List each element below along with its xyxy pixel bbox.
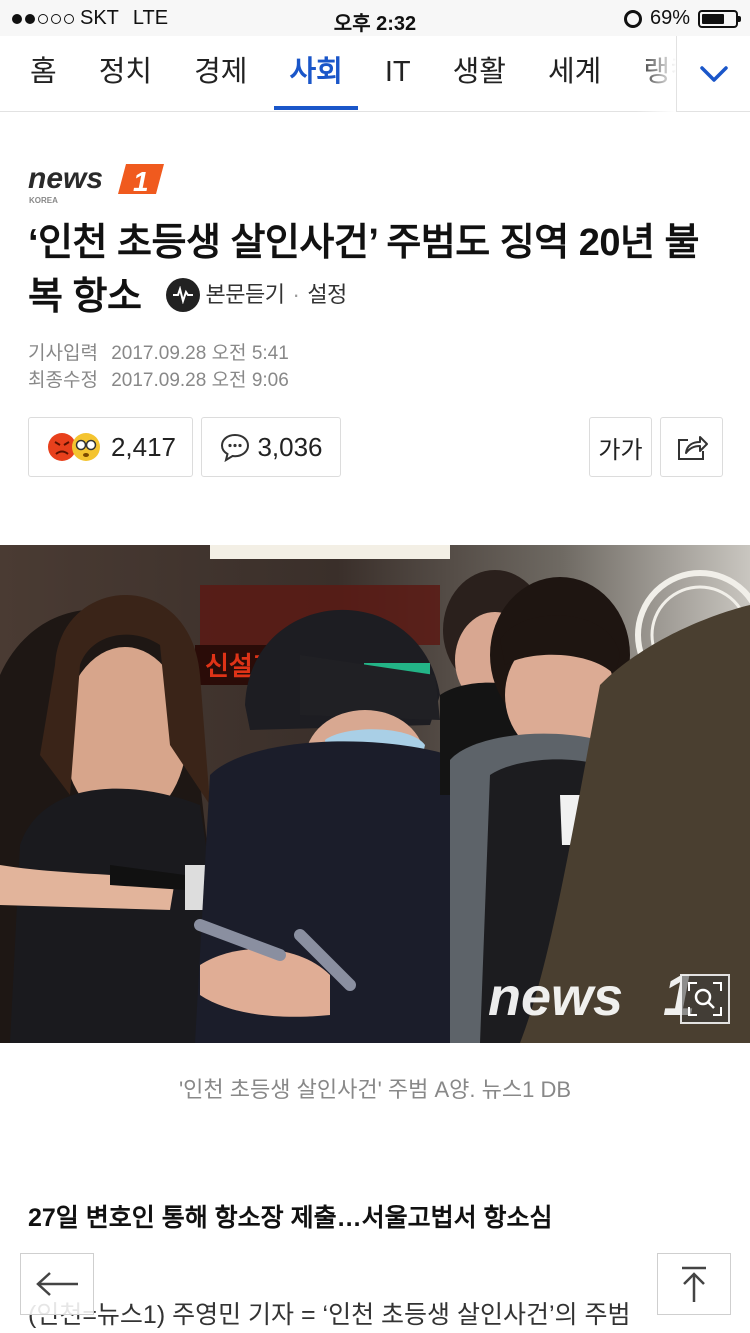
share-button[interactable] bbox=[660, 417, 723, 477]
nav-more-button[interactable] bbox=[676, 36, 750, 112]
article-meta: 기사입력 2017.09.28 오전 5:41 최종수정 2017.09.28 … bbox=[28, 340, 297, 394]
comment-bubble-icon bbox=[221, 433, 250, 462]
published-label: 기사입력 bbox=[28, 343, 98, 364]
headline-text: ‘인천 초등생 살인사건’ 주범도 징역 20년 불복 항소 bbox=[28, 222, 700, 318]
article-subheading: 27일 변호인 통해 항소장 제출…서울고법서 항소심 bbox=[28, 1204, 553, 1232]
photo-caption: '인천 초등생 살인사건' 주범 A양. 뉴스1 DB bbox=[178, 1077, 572, 1102]
publisher-logo[interactable]: news 1 KOREA bbox=[28, 160, 168, 206]
tab-society[interactable]: 사회 bbox=[268, 36, 363, 112]
tab-life[interactable]: 생활 bbox=[432, 36, 527, 112]
arrow-left-icon bbox=[36, 1272, 78, 1296]
tab-world[interactable]: 세계 bbox=[527, 36, 622, 112]
status-right: 69% bbox=[623, 7, 741, 30]
alarm-icon bbox=[623, 9, 642, 28]
article-body: (인천=뉴스1) 주영민 기자 = ‘인천 초등생 살인사건’의 주범 bbox=[28, 1301, 631, 1329]
photo-watermark: news bbox=[488, 967, 623, 1027]
photo-zoom-button[interactable] bbox=[680, 974, 730, 1024]
settings-link[interactable]: 설정 bbox=[307, 268, 347, 322]
tab-it[interactable]: IT bbox=[364, 36, 432, 112]
battery-icon bbox=[698, 9, 741, 28]
share-icon bbox=[677, 436, 708, 460]
scroll-top-button[interactable] bbox=[657, 1253, 731, 1315]
back-button[interactable] bbox=[20, 1253, 94, 1315]
updated-label: 최종수정 bbox=[28, 370, 98, 391]
logo-sub: KOREA bbox=[29, 196, 58, 205]
published-value: 2017.09.28 오전 5:41 bbox=[111, 343, 289, 364]
chevron-down-icon bbox=[699, 66, 728, 82]
audio-wave-icon[interactable] bbox=[165, 277, 200, 312]
section-nav: 홈 정치 경제 사회 IT 생활 세계 랭킹 bbox=[0, 36, 750, 112]
listen-button[interactable]: 본문듣기 bbox=[206, 268, 285, 322]
status-bar: SKT LTE 오후 2:32 69% bbox=[0, 0, 750, 36]
section-tabs: 홈 정치 경제 사회 IT 생활 세계 랭킹 bbox=[0, 36, 676, 112]
tab-economy[interactable]: 경제 bbox=[173, 36, 268, 112]
battery-fill bbox=[702, 13, 725, 24]
comments-button[interactable]: 3,036 bbox=[201, 417, 341, 477]
arrow-up-icon bbox=[682, 1266, 706, 1302]
font-size-button[interactable]: 가가 bbox=[589, 417, 652, 477]
reactions-button[interactable]: 2,417 bbox=[28, 417, 193, 477]
zoom-magnifier-icon bbox=[688, 982, 722, 1016]
logo-number: 1 bbox=[133, 166, 149, 197]
tab-politics[interactable]: 정치 bbox=[78, 36, 173, 112]
updated-value: 2017.09.28 오전 9:06 bbox=[111, 370, 289, 391]
published-row: 기사입력 2017.09.28 오전 5:41 bbox=[28, 340, 297, 367]
article-headline: ‘인천 초등생 살인사건’ 주범도 징역 20년 불복 항소 본문듣기 · 설정 bbox=[28, 216, 728, 326]
battery-percent: 69% bbox=[649, 7, 690, 29]
photo-illustration: 신설기 news 1 bbox=[0, 545, 750, 1043]
reactions-count: 2,417 bbox=[110, 431, 177, 462]
separator: · bbox=[292, 281, 300, 307]
comments-count: 3,036 bbox=[257, 431, 323, 462]
font-size-label: 가가 bbox=[598, 436, 643, 464]
logo-text: news bbox=[28, 162, 103, 195]
tab-home[interactable]: 홈 bbox=[0, 36, 78, 112]
nav-fade bbox=[636, 36, 676, 112]
updated-row: 최종수정 2017.09.28 오전 9:06 bbox=[28, 367, 297, 394]
reaction-emoji-icon bbox=[47, 433, 100, 461]
article-photo[interactable]: 신설기 news 1 bbox=[0, 545, 750, 1043]
listen-controls: 본문듣기 · 설정 bbox=[165, 268, 347, 322]
